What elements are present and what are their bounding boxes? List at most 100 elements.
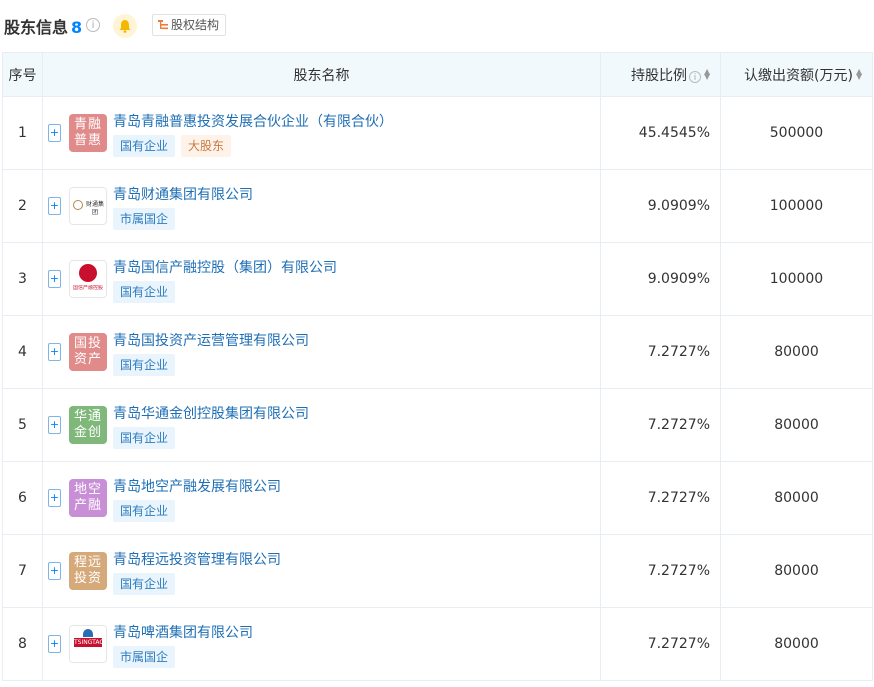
- company-logo: 程远投资: [69, 552, 107, 590]
- tag-badge: 国有企业: [113, 500, 176, 522]
- bell-button[interactable]: [113, 14, 137, 38]
- company-name-link[interactable]: 青岛啤酒集团有限公司: [113, 622, 253, 642]
- row-index: 4: [2, 315, 43, 389]
- company-logo: TSINGTAO: [69, 625, 107, 663]
- row-index: 5: [2, 388, 43, 462]
- company-name-link[interactable]: 青岛程远投资管理有限公司: [113, 549, 281, 569]
- section-title: 股东信息 8: [4, 18, 83, 37]
- table-row[interactable]: 3 + 国信产融控股 青岛国信产融控股（集团）有限公司 国有企业 9.0909%…: [2, 242, 873, 316]
- subscribed-amount: 100000: [720, 169, 873, 243]
- expand-icon[interactable]: +: [48, 124, 61, 142]
- tag-badge: 国有企业: [113, 354, 176, 376]
- company-name-link[interactable]: 青岛财通集团有限公司: [113, 184, 253, 204]
- col-idx: 序号: [2, 52, 43, 97]
- table-row[interactable]: 2 + 财通集团 青岛财通集团有限公司 市属国企 9.0909% 100000: [2, 169, 873, 243]
- tag-list: 市属国企: [113, 646, 181, 668]
- expand-icon[interactable]: +: [48, 270, 61, 288]
- company-logo: 国投资产: [69, 333, 107, 371]
- section-header: 股东信息 8 i 股权结构: [0, 0, 874, 52]
- shareholder-cell: + 程远投资 青岛程远投资管理有限公司 国有企业: [42, 534, 601, 608]
- row-index: 8: [2, 607, 43, 681]
- expand-icon[interactable]: +: [48, 197, 61, 215]
- table-row[interactable]: 1 + 青融普惠 青岛青融普惠投资发展合伙企业（有限合伙） 国有企业 大股东 45…: [2, 96, 873, 170]
- col-ratio[interactable]: 持股比例 i▲ ▼: [600, 52, 721, 97]
- row-index: 7: [2, 534, 43, 608]
- expand-icon[interactable]: +: [48, 635, 61, 653]
- expand-icon[interactable]: +: [48, 416, 61, 434]
- tag-badge: 市属国企: [113, 646, 176, 668]
- sort-icon[interactable]: ▲ ▼: [704, 67, 710, 80]
- row-index: 6: [2, 461, 43, 535]
- tag-badge: 大股东: [181, 135, 232, 157]
- equity-structure-button[interactable]: 股权结构: [152, 14, 227, 36]
- table-row[interactable]: 6 + 地空产融 青岛地空产融发展有限公司 国有企业 7.2727% 80000: [2, 461, 873, 535]
- shareholder-cell: + 国信产融控股 青岛国信产融控股（集团）有限公司 国有企业: [42, 242, 601, 316]
- subscribed-amount: 80000: [720, 388, 873, 462]
- structure-icon: [158, 20, 168, 30]
- tag-badge: 国有企业: [113, 427, 176, 449]
- sort-icon[interactable]: ▲ ▼: [856, 67, 862, 80]
- shareholder-count: 8: [71, 18, 83, 37]
- tag-badge: 国有企业: [113, 135, 176, 157]
- tag-list: 国有企业: [113, 354, 181, 376]
- share-ratio: 7.2727%: [600, 461, 721, 535]
- shareholder-cell: + 财通集团 青岛财通集团有限公司 市属国企: [42, 169, 601, 243]
- share-ratio: 7.2727%: [600, 388, 721, 462]
- tag-list: 国有企业: [113, 573, 181, 595]
- shareholder-cell: + 国投资产 青岛国投资产运营管理有限公司 国有企业: [42, 315, 601, 389]
- col-name: 股东名称: [42, 52, 601, 97]
- logo-mark: 财通集团: [85, 201, 104, 216]
- company-logo: 地空产融: [69, 479, 107, 517]
- expand-icon[interactable]: +: [48, 562, 61, 580]
- company-name-link[interactable]: 青岛国信产融控股（集团）有限公司: [113, 257, 337, 277]
- tag-list: 市属国企: [113, 208, 181, 230]
- ratio-info-icon[interactable]: i: [689, 70, 701, 83]
- company-logo: 财通集团: [69, 187, 107, 225]
- equity-structure-label: 股权结构: [171, 18, 220, 32]
- share-ratio: 7.2727%: [600, 534, 721, 608]
- bell-icon: [119, 20, 131, 33]
- shareholder-cell: + 青融普惠 青岛青融普惠投资发展合伙企业（有限合伙） 国有企业 大股东: [42, 96, 601, 170]
- row-index: 3: [2, 242, 43, 316]
- subscribed-amount: 80000: [720, 534, 873, 608]
- subscribed-amount: 80000: [720, 315, 873, 389]
- col-amount[interactable]: 认缴出资额(万元) ▲ ▼: [720, 52, 873, 97]
- shareholder-cell: + TSINGTAO 青岛啤酒集团有限公司 市属国企: [42, 607, 601, 681]
- table-row[interactable]: 8 + TSINGTAO 青岛啤酒集团有限公司 市属国企 7.2727% 800…: [2, 607, 873, 681]
- shareholder-cell: + 地空产融 青岛地空产融发展有限公司 国有企业: [42, 461, 601, 535]
- logo-mark: 国信产融控股: [72, 285, 103, 291]
- tag-list: 国有企业: [113, 281, 181, 303]
- company-logo: 华通金创: [69, 406, 107, 444]
- subscribed-amount: 80000: [720, 461, 873, 535]
- company-name-link[interactable]: 青岛地空产融发展有限公司: [113, 476, 281, 496]
- share-ratio: 9.0909%: [600, 242, 721, 316]
- subscribed-amount: 500000: [720, 96, 873, 170]
- tag-badge: 国有企业: [113, 281, 176, 303]
- company-name-link[interactable]: 青岛青融普惠投资发展合伙企业（有限合伙）: [113, 111, 393, 131]
- row-index: 2: [2, 169, 43, 243]
- tag-list: 国有企业: [113, 427, 181, 449]
- subscribed-amount: 100000: [720, 242, 873, 316]
- company-name-link[interactable]: 青岛国投资产运营管理有限公司: [113, 330, 309, 350]
- table-header-row: 序号 股东名称 持股比例 i▲ ▼ 认缴出资额(万元) ▲ ▼: [2, 52, 873, 97]
- company-logo: 青融普惠: [69, 114, 107, 152]
- tag-badge: 国有企业: [113, 573, 176, 595]
- tag-badge: 市属国企: [113, 208, 176, 230]
- share-ratio: 7.2727%: [600, 607, 721, 681]
- table-row[interactable]: 4 + 国投资产 青岛国投资产运营管理有限公司 国有企业 7.2727% 800…: [2, 315, 873, 389]
- table-row[interactable]: 5 + 华通金创 青岛华通金创控股集团有限公司 国有企业 7.2727% 800…: [2, 388, 873, 462]
- table-row[interactable]: 7 + 程远投资 青岛程远投资管理有限公司 国有企业 7.2727% 80000: [2, 534, 873, 608]
- logo-mark: TSINGTAO: [74, 638, 105, 647]
- shareholder-table: 序号 股东名称 持股比例 i▲ ▼ 认缴出资额(万元) ▲ ▼ 1 + 青融普惠 青岛青…: [2, 52, 873, 681]
- company-logo: 国信产融控股: [69, 260, 107, 298]
- share-ratio: 7.2727%: [600, 315, 721, 389]
- row-index: 1: [2, 96, 43, 170]
- shareholder-cell: + 华通金创 青岛华通金创控股集团有限公司 国有企业: [42, 388, 601, 462]
- expand-icon[interactable]: +: [48, 489, 61, 507]
- tag-list: 国有企业: [113, 500, 181, 522]
- share-ratio: 45.4545%: [600, 96, 721, 170]
- info-icon[interactable]: i: [86, 18, 100, 32]
- expand-icon[interactable]: +: [48, 343, 61, 361]
- share-ratio: 9.0909%: [600, 169, 721, 243]
- company-name-link[interactable]: 青岛华通金创控股集团有限公司: [113, 403, 309, 423]
